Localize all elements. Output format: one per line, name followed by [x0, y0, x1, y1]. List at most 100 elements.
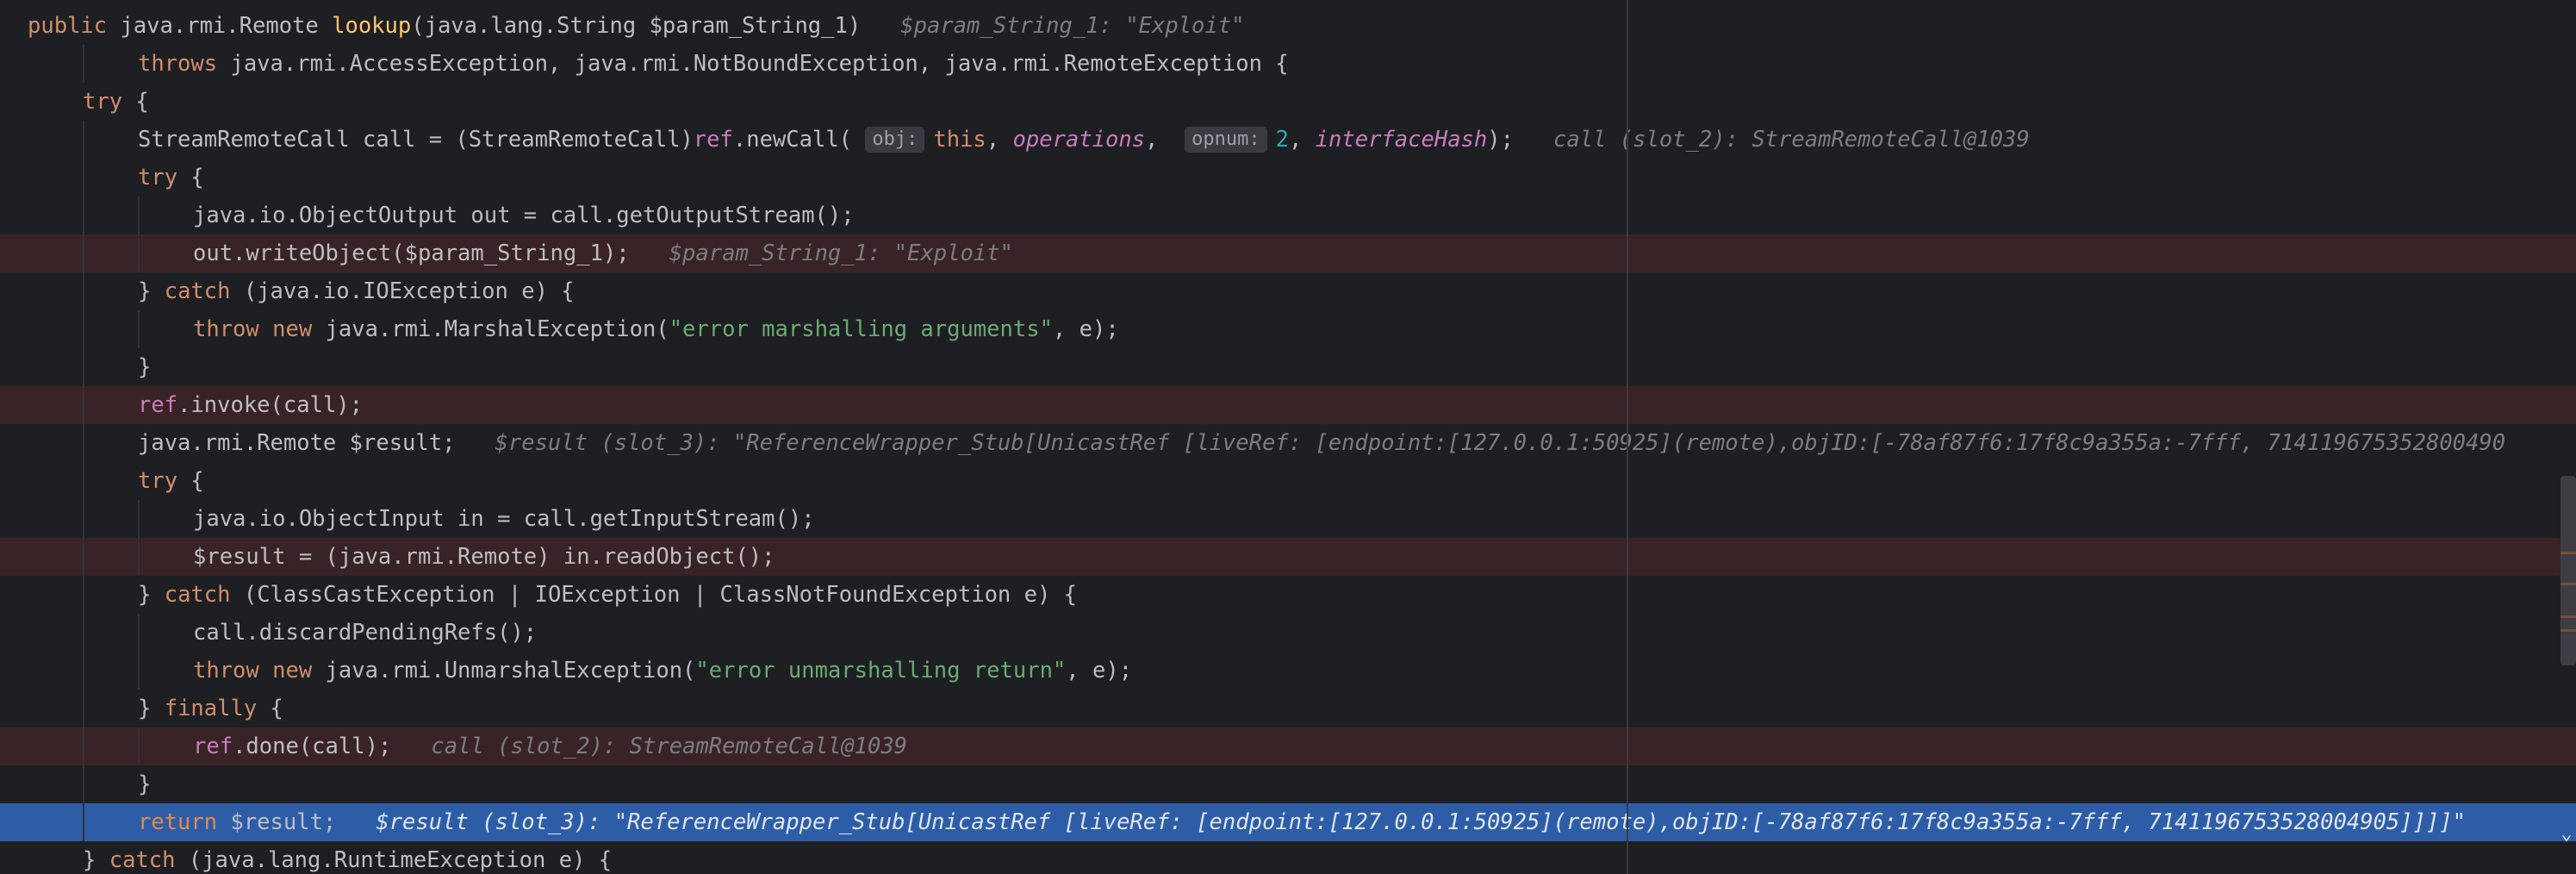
inline-debug-value: $param_String_1: "Exploit"	[861, 13, 1245, 39]
code-token: }	[138, 771, 152, 797]
indent-guide	[138, 538, 140, 576]
code-token: ref	[193, 734, 233, 759]
indent-guide	[138, 614, 140, 652]
code-token: lookup	[332, 13, 412, 39]
indent-guide	[138, 197, 140, 234]
code-token: java.io.ObjectInput in = call.getInputSt…	[193, 506, 815, 532]
code-line[interactable]: } catch (ClassCastException | IOExceptio…	[0, 576, 2576, 614]
code-text: java.io.ObjectOutput out = call.getOutpu…	[193, 197, 855, 234]
indent-guide	[83, 614, 84, 652]
code-line[interactable]: } catch (java.lang.RuntimeException e) {	[0, 841, 2576, 874]
code-text: public java.rmi.Remote lookup(java.lang.…	[28, 7, 1244, 45]
breakpoint-marker[interactable]	[2560, 552, 2576, 554]
breakpoint-marker[interactable]	[2560, 629, 2576, 632]
inline-debug-value: call (slot_2): StreamRemoteCall@1039	[391, 734, 908, 759]
code-editor[interactable]: public java.rmi.Remote lookup(java.lang.…	[0, 0, 2576, 874]
code-token: operations	[1012, 127, 1146, 153]
code-text: } finally {	[138, 690, 283, 727]
code-token: , e);	[1052, 316, 1119, 342]
code-token: java.rmi.AccessException, java.rmi.NotBo…	[230, 51, 1289, 77]
code-line[interactable]: } catch (java.io.IOException e) {	[0, 272, 2576, 310]
code-line[interactable]: throw new java.rmi.UnmarshalException("e…	[0, 652, 2576, 690]
breakpoint-marker[interactable]	[2560, 615, 2576, 618]
indent-guide	[83, 348, 84, 386]
code-line[interactable]: try {	[0, 159, 2576, 197]
code-token: {	[190, 468, 204, 494]
indent-guide	[83, 272, 84, 310]
code-token: (java.lang.RuntimeException e) {	[188, 847, 613, 873]
code-token: catch	[164, 582, 244, 608]
code-token: (ClassCastException | IOException | Clas…	[243, 582, 1078, 608]
code-text: call.discardPendingRefs();	[193, 614, 537, 652]
code-line[interactable]: throw new java.rmi.MarshalException("err…	[0, 310, 2576, 348]
code-token: {	[135, 89, 149, 115]
code-token: interfaceHash	[1315, 127, 1488, 153]
code-token: .done(call);	[233, 734, 392, 759]
code-token: ,	[986, 127, 1013, 153]
breakpoint-line[interactable]: ref.invoke(call);	[0, 386, 2576, 424]
indent-guide	[83, 803, 84, 841]
code-text: throw new java.rmi.UnmarshalException("e…	[193, 652, 1132, 690]
indent-guide	[138, 727, 140, 765]
code-token: (java.lang.String $param_String_1)	[411, 13, 862, 39]
breakpoint-marker[interactable]	[2560, 583, 2576, 585]
indent-guide	[83, 386, 84, 424]
code-token: StreamRemoteCall call = (StreamRemoteCal…	[138, 127, 694, 153]
indent-guide	[138, 500, 140, 538]
code-line[interactable]: try {	[0, 83, 2576, 121]
code-token: java.rmi.Remote	[120, 13, 333, 39]
chevron-down-icon[interactable]: ⌄	[2557, 815, 2576, 853]
code-text: }	[138, 765, 151, 803]
indent-guide	[83, 727, 84, 765]
code-token: try	[138, 468, 191, 494]
code-line[interactable]: } finally {	[0, 690, 2576, 727]
code-text: } catch (ClassCastException | IOExceptio…	[138, 576, 1077, 614]
breakpoint-line[interactable]: $result = (java.rmi.Remote) in.readObjec…	[0, 538, 2576, 576]
code-token: java.rmi.MarshalException(	[325, 316, 669, 342]
code-text: out.writeObject($param_String_1); $param…	[193, 234, 1013, 272]
code-line[interactable]: public java.rmi.Remote lookup(java.lang.…	[0, 7, 2576, 45]
code-line[interactable]: java.rmi.Remote $result; $result (slot_3…	[0, 424, 2576, 462]
inline-debug-value: $result (slot_3): "ReferenceWrapper_Stub…	[336, 809, 2467, 835]
indent-guide	[83, 576, 84, 614]
code-text: try {	[138, 159, 204, 197]
code-line[interactable]: try {	[0, 462, 2576, 500]
inline-debug-value: $param_String_1: "Exploit"	[629, 240, 1013, 266]
indent-guide	[83, 45, 84, 83]
code-line[interactable]: call.discardPendingRefs();	[0, 614, 2576, 652]
code-token: , e);	[1066, 658, 1133, 684]
code-token: "error unmarshalling return"	[695, 658, 1067, 684]
indent-guide	[83, 310, 84, 348]
code-text: StreamRemoteCall call = (StreamRemoteCal…	[138, 121, 2030, 159]
code-text: return $result; $result (slot_3): "Refer…	[138, 803, 2466, 841]
code-token: java.rmi.Remote $result;	[138, 430, 456, 456]
indent-guide	[83, 197, 84, 234]
indent-guide	[83, 652, 84, 690]
breakpoint-line[interactable]: ref.done(call); call (slot_2): StreamRem…	[0, 727, 2576, 765]
code-text: try {	[138, 462, 204, 500]
code-token: "error marshalling arguments"	[669, 316, 1053, 342]
code-line[interactable]: }	[0, 765, 2576, 803]
execution-point-line[interactable]: return $result; $result (slot_3): "Refer…	[0, 803, 2576, 841]
breakpoint-line[interactable]: out.writeObject($param_String_1); $param…	[0, 234, 2576, 272]
code-token: }	[138, 696, 165, 721]
code-token: $result = (java.rmi.Remote) in.readObjec…	[193, 544, 775, 570]
code-token: catch	[164, 278, 244, 304]
code-line[interactable]: }	[0, 348, 2576, 386]
code-line[interactable]: throws java.rmi.AccessException, java.rm…	[0, 45, 2576, 83]
code-token: finally	[164, 696, 271, 721]
code-token: ref	[138, 392, 178, 418]
indent-guide	[138, 234, 140, 272]
code-token: this	[933, 127, 986, 153]
code-line[interactable]: java.io.ObjectInput in = call.getInputSt…	[0, 500, 2576, 538]
code-text: $result = (java.rmi.Remote) in.readObjec…	[193, 538, 775, 576]
code-token: try	[138, 165, 191, 190]
code-line[interactable]: StreamRemoteCall call = (StreamRemoteCal…	[0, 121, 2576, 159]
code-text: try {	[83, 83, 149, 121]
code-token: (java.io.IOException e) {	[243, 278, 575, 304]
code-line[interactable]: java.io.ObjectOutput out = call.getOutpu…	[0, 197, 2576, 234]
code-token: call.discardPendingRefs();	[193, 620, 538, 646]
vertical-scrollbar-thumb[interactable]	[2560, 476, 2576, 665]
code-text: } catch (java.io.IOException e) {	[138, 272, 575, 310]
code-text: } catch (java.lang.RuntimeException e) {	[83, 841, 612, 874]
